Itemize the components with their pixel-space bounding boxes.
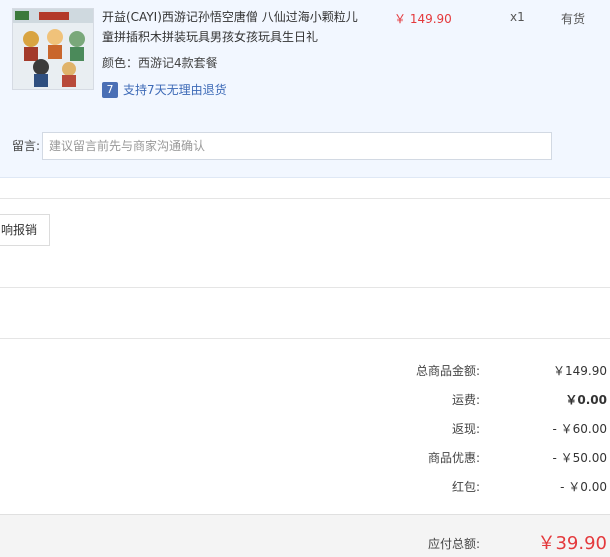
total-label: 应付总额: (427, 537, 480, 551)
stock-status: 有货 (561, 12, 586, 26)
summary-label: 总商品金额: (415, 364, 480, 378)
product-thumbnail[interactable] (12, 8, 94, 90)
summary-value: - ￥0.00 (560, 480, 607, 494)
summary-label: 运费: (451, 393, 480, 407)
summary-row-discount: 商品优惠: - ￥50.00 (0, 448, 610, 468)
summary-row-goods-total: 总商品金额: ￥149.90 (0, 361, 610, 381)
summary-label: 商品优惠: (427, 451, 480, 465)
divider (0, 287, 610, 288)
summary-value: ￥0.00 (565, 393, 607, 407)
summary-value: ￥149.90 (553, 364, 607, 378)
summary-value: - ￥60.00 (552, 422, 608, 436)
seven-day-return-icon: 7 (102, 81, 118, 98)
total-amount: ￥39.90 (537, 533, 607, 554)
total-bar: 应付总额: ￥39.90 (0, 514, 610, 557)
return-policy[interactable]: 7 支持7天无理由退货 (102, 81, 227, 98)
remark-label: 留言: (12, 139, 41, 153)
product-quantity: x1 (510, 10, 525, 24)
order-item: 开益(CAYI)西游记孙悟空唐僧 八仙过海小颗粒儿童拼插积木拼装玩具男孩女孩玩具… (0, 0, 610, 178)
product-color: 颜色：西游记4款套餐 (102, 56, 218, 70)
summary-row-shipping: 运费: ￥0.00 (0, 390, 610, 410)
product-image (13, 9, 93, 89)
report-button[interactable]: 响报销 (0, 214, 51, 246)
summary-row-red-packet: 红包: - ￥0.00 (0, 477, 610, 497)
summary-label: 红包: (451, 480, 480, 494)
divider (0, 338, 610, 339)
product-price: ￥ 149.90 (394, 12, 452, 26)
product-title[interactable]: 开益(CAYI)西游记孙悟空唐僧 八仙过海小颗粒儿童拼插积木拼装玩具男孩女孩玩具… (102, 7, 362, 47)
summary-label: 返现: (451, 422, 480, 436)
summary-value: - ￥50.00 (552, 451, 608, 465)
return-policy-text: 支持7天无理由退货 (123, 83, 227, 97)
summary-row-cashback: 返现: - ￥60.00 (0, 419, 610, 439)
remark-input[interactable] (42, 132, 552, 160)
divider (0, 198, 610, 199)
